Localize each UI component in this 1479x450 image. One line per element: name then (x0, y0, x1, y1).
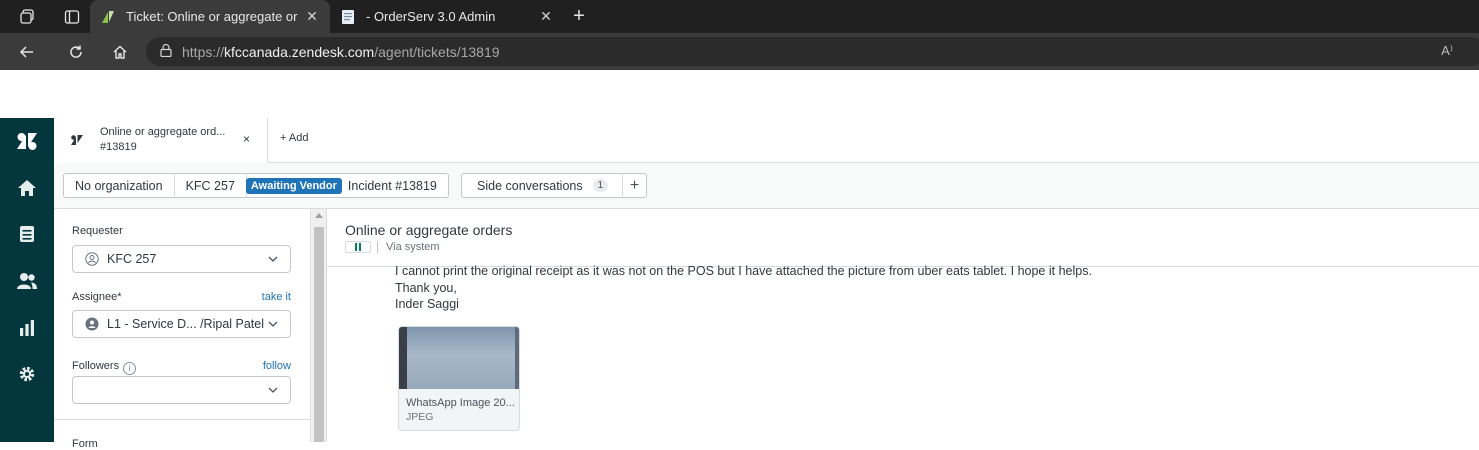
followers-label-text: Followers (72, 360, 120, 372)
admin-gear-icon[interactable] (0, 359, 54, 389)
status-badge: Awaiting Vendor (245, 177, 342, 194)
breadcrumb-organization[interactable]: No organization (64, 174, 175, 197)
chevron-down-icon (268, 387, 278, 393)
chevron-down-icon (268, 256, 278, 262)
ticket-workspace-tab[interactable]: Online or aggregate ord... #13819 × (54, 118, 268, 163)
new-tab-icon[interactable]: + (564, 0, 594, 33)
ticket-properties-panel: Requester KFC 257 Assignee* take it L1 -… (54, 209, 310, 450)
assignee-field[interactable]: L1 - Service D... /Ripal Patel (72, 310, 291, 338)
ticket-subject: Online or aggregate orders (345, 222, 513, 238)
browser-tab-orderserv[interactable]: - OrderServ 3.0 Admin ✕ (330, 0, 564, 33)
info-icon[interactable]: i (123, 362, 137, 375)
zendesk-logo-icon[interactable] (0, 126, 54, 156)
home-icon[interactable] (98, 33, 142, 70)
ticket-label: Incident #13819 (347, 178, 437, 193)
side-conversations-button[interactable]: Side conversations 1 (462, 174, 623, 197)
requester-field[interactable]: KFC 257 (72, 245, 291, 273)
channel-info: Via system (345, 241, 440, 253)
scrollbar-thumb[interactable] (314, 227, 324, 442)
tab-actions-icon[interactable] (54, 0, 90, 33)
form-label: Form (72, 438, 98, 450)
ticket-icon (71, 135, 83, 145)
lock-icon[interactable] (160, 43, 182, 60)
close-tab-icon[interactable]: ✕ (304, 8, 320, 25)
url-scheme: https:// (182, 43, 225, 60)
followers-label: Followers i (72, 360, 137, 375)
back-icon[interactable] (0, 33, 54, 70)
channel-status-icon (345, 241, 371, 253)
customers-icon[interactable] (0, 266, 54, 296)
assignee-label: Assignee* (72, 291, 122, 303)
separator (377, 241, 378, 253)
assignee-value: L1 - Service D... /Ripal Patel (107, 317, 265, 331)
side-conversations-count: 1 (592, 179, 609, 192)
browser-tab-ticket[interactable]: Ticket: Online or aggregate orde ✕ (90, 0, 330, 33)
address-toolbar: https://kfccanada.zendesk.com/agent/tick… (0, 33, 1479, 70)
user-icon (85, 252, 99, 266)
via-label: Via system (386, 241, 440, 253)
workspaces-icon[interactable] (0, 0, 54, 33)
refresh-icon[interactable] (54, 33, 98, 70)
workspace-tab-bar: Online or aggregate ord... #13819 × + Ad… (54, 118, 1479, 163)
follow-link[interactable]: follow (263, 360, 291, 372)
read-aloud-icon[interactable]: A⁾ (1441, 43, 1453, 59)
message-line: Thank you, (395, 281, 457, 295)
attachment-type: JPEG (406, 411, 434, 423)
reporting-icon[interactable] (0, 313, 54, 343)
followers-field[interactable] (72, 376, 291, 404)
attachment-name: WhatsApp Image 20... (406, 397, 515, 409)
message-line: Inder Saggi (395, 297, 459, 311)
agent-avatar-icon (85, 317, 99, 331)
attachment-thumbnail (399, 327, 519, 389)
browser-tab-bar: Ticket: Online or aggregate orde ✕ - Ord… (0, 0, 1479, 33)
take-it-link[interactable]: take it (262, 291, 291, 303)
url-host: kfccanada.zendesk.com (224, 43, 375, 60)
properties-scrollbar[interactable] (310, 209, 327, 442)
url-path: /agent/tickets/13819 (374, 43, 500, 60)
zendesk-favicon-icon (102, 10, 114, 23)
conversation-pane: Online or aggregate orders Via system I … (327, 209, 1479, 442)
requester-label: Requester (72, 225, 123, 237)
browser-tab-title: - OrderServ 3.0 Admin (366, 9, 496, 24)
home-nav-icon[interactable] (0, 173, 54, 203)
attachment-card[interactable]: WhatsApp Image 20... JPEG (398, 326, 520, 431)
document-favicon-icon (342, 9, 354, 24)
close-tab-icon[interactable]: ✕ (538, 8, 554, 25)
breadcrumb: No organization KFC 257 Awaiting Vendor … (63, 173, 449, 198)
breadcrumb-ticket[interactable]: Awaiting Vendor Incident #13819 (245, 174, 448, 197)
workspace-tab-title: Online or aggregate ord... (100, 126, 226, 138)
add-tab-button[interactable]: + Add (280, 132, 308, 144)
divider (54, 419, 310, 420)
message-line: I cannot print the original receipt as i… (395, 264, 1092, 278)
scroll-up-arrow-icon[interactable] (315, 213, 323, 218)
add-side-conversation-button[interactable]: + (623, 174, 646, 197)
close-workspace-tab-icon[interactable]: × (243, 132, 250, 146)
views-icon[interactable] (0, 219, 54, 249)
address-bar[interactable]: https://kfccanada.zendesk.com/agent/tick… (146, 37, 1479, 66)
workspace-tab-ticket-id: #13819 (100, 141, 137, 153)
side-conversations: Side conversations 1 + (461, 173, 647, 198)
browser-tab-title: Ticket: Online or aggregate orde (126, 9, 298, 24)
ticket-header-bar: No organization KFC 257 Awaiting Vendor … (54, 163, 1479, 209)
zendesk-sidebar (0, 118, 54, 442)
chevron-down-icon (268, 321, 278, 327)
requester-value: KFC 257 (107, 252, 157, 266)
side-conversations-label: Side conversations (477, 178, 583, 193)
breadcrumb-requester[interactable]: KFC 257 (175, 174, 247, 197)
